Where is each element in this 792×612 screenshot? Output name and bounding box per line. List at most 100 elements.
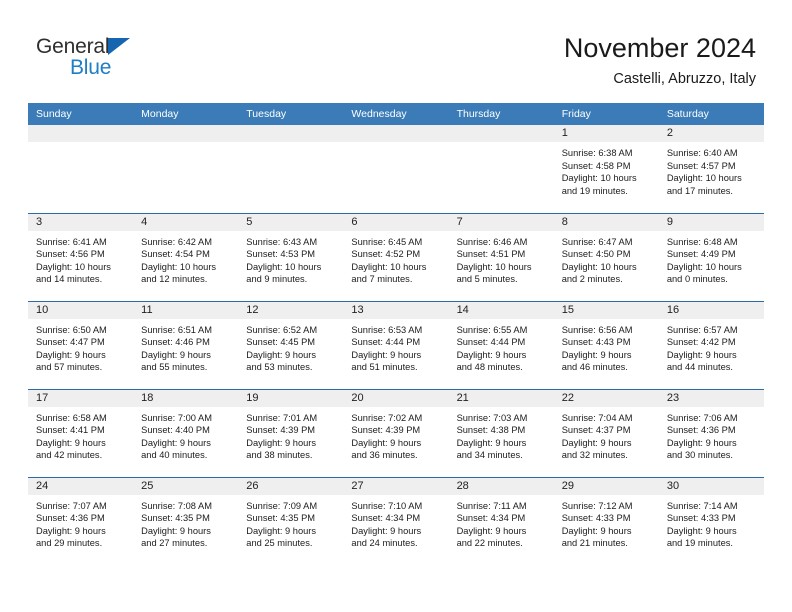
day-number: 5: [238, 213, 344, 231]
sunrise-text: Sunrise: 7:08 AM: [141, 500, 212, 511]
sunset-text: Sunset: 4:44 PM: [456, 337, 526, 348]
daylight-text: Daylight: 9 hours: [36, 525, 106, 536]
daylight-text: Daylight: 9 hours: [36, 437, 106, 448]
calendar-day-cell[interactable]: 6 Sunrise: 6:45 AM Sunset: 4:52 PM Daylight…: [343, 212, 449, 301]
calendar-day-cell[interactable]: 8 Sunrise: 6:47 AM Sunset: 4:50 PM Daylight…: [553, 212, 659, 301]
day-details: Sunrise: 7:10 AM Sunset: 4:34 PM Daylight:…: [343, 495, 448, 550]
calendar-day-cell[interactable]: 9 Sunrise: 6:48 AM Sunset: 4:49 PM Daylight…: [658, 212, 764, 301]
calendar-day-cell[interactable]: 28 Sunrise: 7:11 AM Sunset: 4:34 PM Dayligh…: [448, 476, 554, 565]
day-details: Sunrise: 6:48 AM Sunset: 4:49 PM Daylight:…: [659, 231, 764, 286]
calendar-day-cell[interactable]: 25 Sunrise: 7:08 AM Sunset: 4:35 PM Dayligh…: [133, 476, 239, 565]
calendar-week-row: 17 Sunrise: 6:58 AM Sunset: 4:41 PM Dayligh…: [28, 388, 764, 477]
sunset-text: Sunset: 4:37 PM: [561, 425, 631, 436]
daylight-text-cont: and 51 minutes.: [351, 362, 418, 373]
calendar-day-cell[interactable]: 30 Sunrise: 7:14 AM Sunset: 4:33 PM Dayligh…: [658, 476, 764, 565]
weekday-header-monday: Monday: [133, 103, 239, 125]
daylight-text-cont: and 27 minutes.: [141, 538, 208, 549]
sunrise-text: Sunrise: 6:42 AM: [141, 236, 212, 247]
sunset-text: Sunset: 4:46 PM: [141, 337, 210, 348]
day-number: 6: [343, 213, 449, 231]
calendar-day-cell[interactable]: 27 Sunrise: 7:10 AM Sunset: 4:34 PM Dayligh…: [343, 476, 449, 565]
day-number: 4: [133, 213, 239, 231]
general-blue-logo[interactable]: General Blue: [36, 36, 216, 86]
calendar-day-cell[interactable]: 21 Sunrise: 7:03 AM Sunset: 4:38 PM Dayligh…: [448, 388, 554, 477]
day-details: Sunrise: 6:41 AM Sunset: 4:56 PM Daylight:…: [28, 231, 133, 286]
daylight-text-cont: and 2 minutes.: [561, 274, 623, 285]
calendar-day-cell[interactable]: 15 Sunrise: 6:56 AM Sunset: 4:43 PM Dayligh…: [553, 300, 659, 389]
daylight-text: Daylight: 9 hours: [666, 525, 737, 536]
day-details: Sunrise: 7:00 AM Sunset: 4:40 PM Daylight:…: [133, 407, 238, 462]
calendar-day-cell[interactable]: 20 Sunrise: 7:02 AM Sunset: 4:39 PM Dayligh…: [343, 388, 449, 477]
calendar-day-cell[interactable]: 26 Sunrise: 7:09 AM Sunset: 4:35 PM Dayligh…: [238, 476, 344, 565]
day-details: Sunrise: 6:47 AM Sunset: 4:50 PM Daylight:…: [554, 231, 659, 286]
sunset-text: Sunset: 4:33 PM: [666, 513, 736, 524]
calendar-day-cell[interactable]: 11 Sunrise: 6:51 AM Sunset: 4:46 PM Dayligh…: [133, 300, 239, 389]
calendar-day-cell[interactable]: 3 Sunrise: 6:41 AM Sunset: 4:56 PM Daylight…: [28, 212, 134, 301]
sunrise-text: Sunrise: 7:02 AM: [351, 412, 423, 423]
day-number: 26: [238, 477, 344, 495]
calendar-day-cell[interactable]: 14 Sunrise: 6:55 AM Sunset: 4:44 PM Dayligh…: [448, 300, 554, 389]
calendar-day-cell[interactable]: 2 Sunrise: 6:40 AM Sunset: 4:57 PM Daylight…: [658, 125, 764, 213]
calendar-cell-empty: [28, 125, 134, 213]
sunset-text: Sunset: 4:57 PM: [666, 160, 736, 171]
calendar-day-cell[interactable]: 18 Sunrise: 7:00 AM Sunset: 4:40 PM Dayligh…: [133, 388, 239, 477]
daylight-text: Daylight: 9 hours: [561, 437, 632, 448]
calendar-cell-empty: [343, 125, 449, 213]
sunset-text: Sunset: 4:38 PM: [456, 425, 526, 436]
calendar-day-cell[interactable]: 5 Sunrise: 6:43 AM Sunset: 4:53 PM Daylight…: [238, 212, 344, 301]
calendar-day-cell[interactable]: 19 Sunrise: 7:01 AM Sunset: 4:39 PM Dayligh…: [238, 388, 344, 477]
daylight-text: Daylight: 10 hours: [561, 173, 637, 184]
daylight-text-cont: and 42 minutes.: [36, 450, 103, 461]
sunrise-text: Sunrise: 6:52 AM: [246, 324, 318, 335]
daylight-text-cont: and 30 minutes.: [666, 450, 733, 461]
calendar-day-cell[interactable]: 4 Sunrise: 6:42 AM Sunset: 4:54 PM Daylight…: [133, 212, 239, 301]
day-number: 22: [553, 389, 659, 407]
sunset-text: Sunset: 4:34 PM: [351, 513, 421, 524]
daylight-text: Daylight: 9 hours: [351, 437, 422, 448]
sunset-text: Sunset: 4:45 PM: [246, 337, 316, 348]
day-number: 27: [343, 477, 449, 495]
day-details: Sunrise: 6:58 AM Sunset: 4:41 PM Daylight:…: [28, 407, 133, 462]
day-number: 10: [28, 301, 134, 319]
sunrise-text: Sunrise: 6:51 AM: [141, 324, 212, 335]
calendar-day-cell[interactable]: 10 Sunrise: 6:50 AM Sunset: 4:47 PM Dayligh…: [28, 300, 134, 389]
sunset-text: Sunset: 4:33 PM: [561, 513, 631, 524]
daylight-text-cont: and 38 minutes.: [246, 450, 313, 461]
daylight-text: Daylight: 9 hours: [36, 349, 106, 360]
daylight-text-cont: and 19 minutes.: [666, 538, 733, 549]
calendar-cell-empty: [238, 125, 344, 213]
daylight-text: Daylight: 9 hours: [141, 525, 211, 536]
calendar-day-cell[interactable]: 22 Sunrise: 7:04 AM Sunset: 4:37 PM Dayligh…: [553, 388, 659, 477]
daylight-text: Daylight: 9 hours: [246, 525, 317, 536]
calendar-day-cell[interactable]: 7 Sunrise: 6:46 AM Sunset: 4:51 PM Daylight…: [448, 212, 554, 301]
sunrise-text: Sunrise: 6:46 AM: [456, 236, 528, 247]
day-details: Sunrise: 7:03 AM Sunset: 4:38 PM Daylight:…: [449, 407, 554, 462]
calendar-day-cell[interactable]: 23 Sunrise: 7:06 AM Sunset: 4:36 PM Dayligh…: [658, 388, 764, 477]
title-block: November 2024 Castelli, Abruzzo, Italy: [564, 32, 756, 90]
calendar-week-row: 1 Sunrise: 6:38 AM Sunset: 4:58 PM Daylight…: [28, 125, 764, 213]
sunset-text: Sunset: 4:54 PM: [141, 249, 210, 260]
sunset-text: Sunset: 4:52 PM: [351, 249, 421, 260]
calendar-day-cell[interactable]: 29 Sunrise: 7:12 AM Sunset: 4:33 PM Dayligh…: [553, 476, 659, 565]
day-number: 17: [28, 389, 134, 407]
daylight-text-cont: and 53 minutes.: [246, 362, 313, 373]
calendar-day-cell[interactable]: 16 Sunrise: 6:57 AM Sunset: 4:42 PM Dayligh…: [658, 300, 764, 389]
daylight-text: Daylight: 10 hours: [36, 261, 111, 272]
day-number: 18: [133, 389, 239, 407]
calendar-day-cell[interactable]: 24 Sunrise: 7:07 AM Sunset: 4:36 PM Dayligh…: [28, 476, 134, 565]
sunset-text: Sunset: 4:47 PM: [36, 337, 105, 348]
calendar-day-cell[interactable]: 12 Sunrise: 6:52 AM Sunset: 4:45 PM Dayligh…: [238, 300, 344, 389]
day-number: [343, 125, 449, 142]
day-details: [449, 142, 554, 147]
day-number: [28, 125, 134, 142]
sunrise-text: Sunrise: 6:47 AM: [561, 236, 633, 247]
calendar-day-cell[interactable]: 13 Sunrise: 6:53 AM Sunset: 4:44 PM Dayligh…: [343, 300, 449, 389]
calendar-day-cell[interactable]: 1 Sunrise: 6:38 AM Sunset: 4:58 PM Daylight…: [553, 125, 659, 213]
day-number: 19: [238, 389, 344, 407]
sunrise-text: Sunrise: 6:50 AM: [36, 324, 107, 335]
daylight-text: Daylight: 10 hours: [141, 261, 217, 272]
daylight-text-cont: and 7 minutes.: [351, 274, 413, 285]
daylight-text: Daylight: 9 hours: [246, 349, 317, 360]
daylight-text-cont: and 29 minutes.: [36, 538, 103, 549]
calendar-day-cell[interactable]: 17 Sunrise: 6:58 AM Sunset: 4:41 PM Dayligh…: [28, 388, 134, 477]
